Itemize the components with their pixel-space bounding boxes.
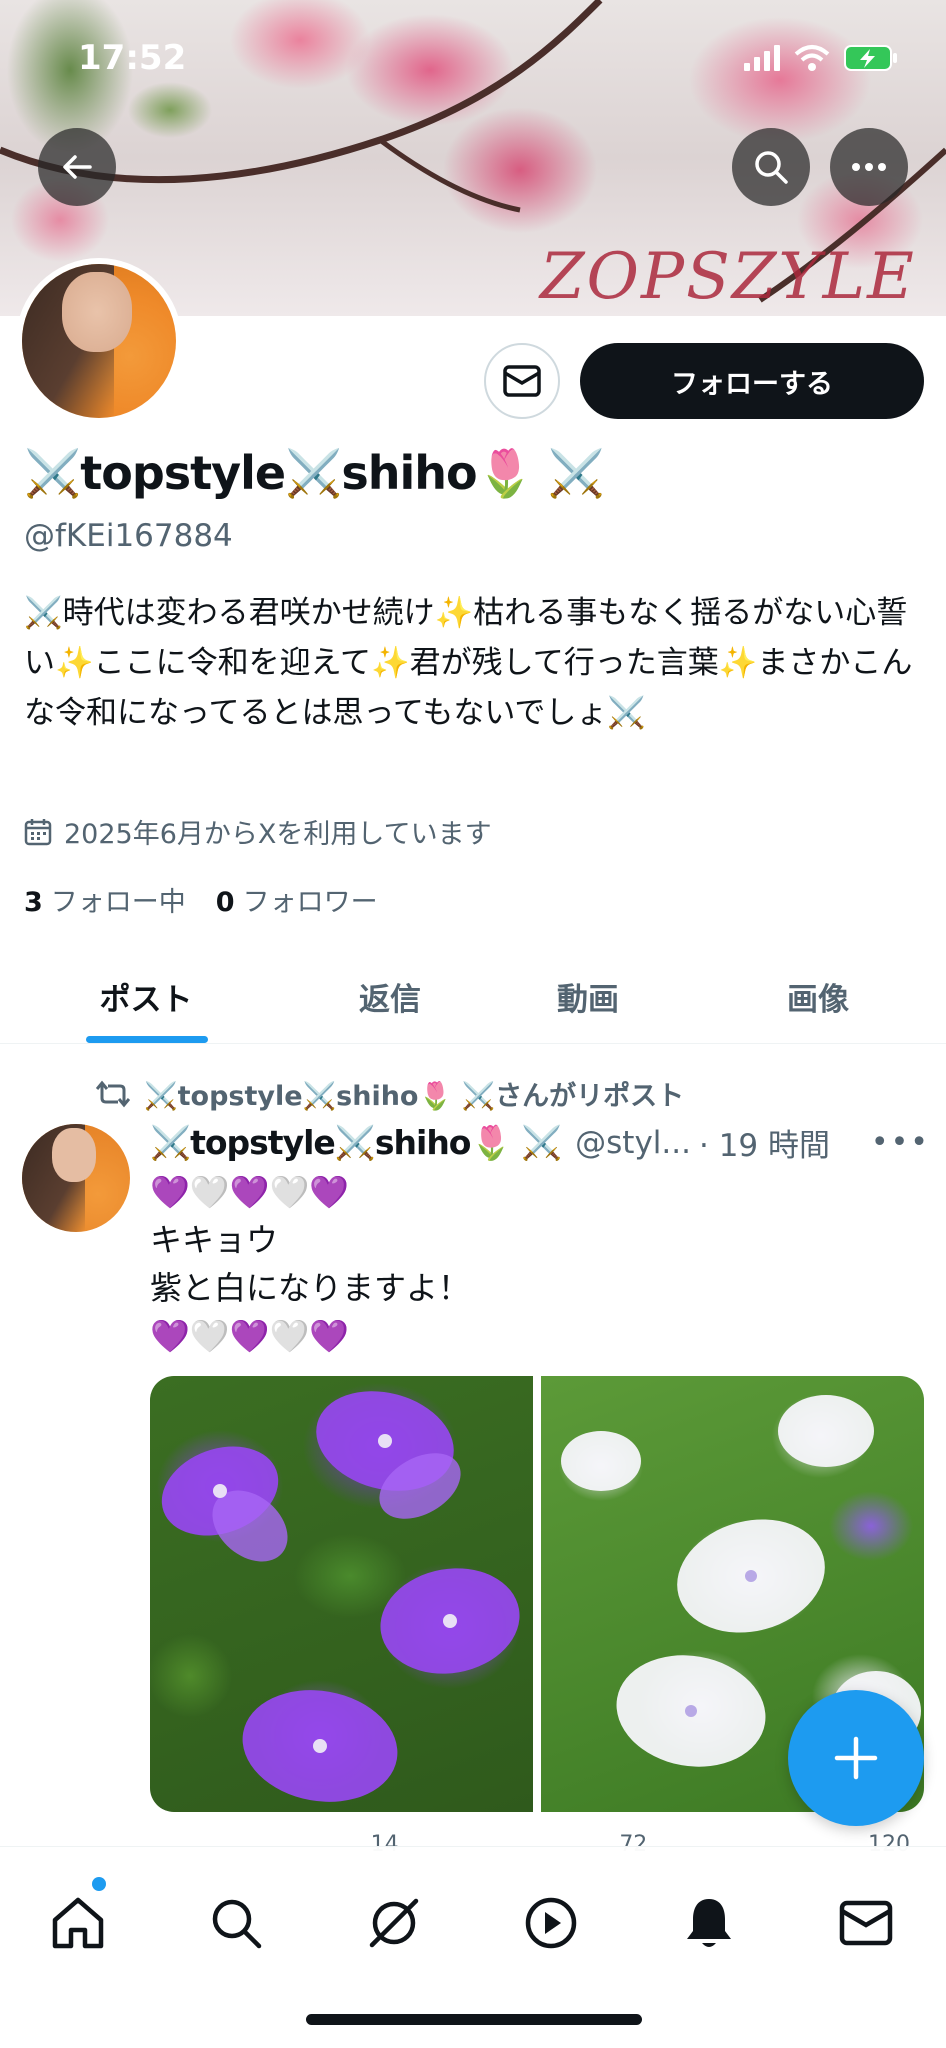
joined-date: 2025年6月からXを利用しています xyxy=(24,812,492,851)
status-time: 17:52 xyxy=(78,38,187,78)
home-icon xyxy=(52,1897,104,1949)
banner-logo-text: ZOPSZYLE xyxy=(540,240,916,314)
tab-posts[interactable]: ポスト xyxy=(46,948,246,1044)
plus-icon xyxy=(834,1736,878,1780)
profile-bio: ⚔️時代は変わる君咲かせ続け✨枯れる事もなく揺るがない心誓い✨ここに令和を迎えて… xyxy=(24,595,913,731)
tab-images[interactable]: 画像 xyxy=(718,948,918,1044)
post-author-name[interactable]: ⚔️topstyle⚔️shiho🌷 ⚔️ xyxy=(150,1123,562,1163)
back-button[interactable] xyxy=(38,128,116,206)
post-more-icon[interactable]: ••• xyxy=(871,1125,930,1160)
notifications-icon xyxy=(687,1899,731,1947)
profile-handle: @fKEi167884 xyxy=(24,518,233,554)
tab-replies[interactable]: 返信 xyxy=(290,948,490,1044)
wifi-icon xyxy=(794,45,830,71)
nav-messages[interactable] xyxy=(826,1883,906,1963)
following-label: フォロー中 xyxy=(50,887,186,918)
media-image-purple-bellflower[interactable] xyxy=(150,1376,533,1812)
followers-link[interactable]: 0 フォロワー xyxy=(216,880,378,919)
video-icon xyxy=(525,1897,577,1949)
message-button[interactable] xyxy=(484,343,560,419)
search-icon xyxy=(212,1899,262,1949)
nav-grok[interactable] xyxy=(354,1883,434,1963)
post-author-handle[interactable]: @styl... xyxy=(575,1125,691,1161)
nav-video[interactable] xyxy=(511,1883,591,1963)
following-count: 3 xyxy=(24,887,43,918)
compose-post-button[interactable] xyxy=(788,1690,924,1826)
joined-text: 2025年6月からXを利用しています xyxy=(64,819,492,850)
grok-icon xyxy=(369,1898,419,1948)
search-button[interactable] xyxy=(732,128,810,206)
more-button[interactable] xyxy=(830,128,908,206)
repost-icon xyxy=(96,1080,130,1107)
avatar-image xyxy=(22,264,176,418)
repost-label: ⚔️topstyle⚔️shiho🌷 ⚔️さんがリポスト xyxy=(144,1081,685,1112)
post-author-avatar[interactable] xyxy=(22,1124,130,1232)
repost-indicator[interactable]: ⚔️topstyle⚔️shiho🌷 ⚔️さんがリポスト xyxy=(96,1074,684,1113)
calendar-icon xyxy=(24,818,52,845)
followers-count: 0 xyxy=(215,887,235,918)
profile-display-name: ⚔️topstyle⚔️shiho🌷 ⚔️ xyxy=(24,446,605,500)
profile-tabs: ポスト 返信 動画 画像 xyxy=(0,948,946,1044)
follow-button[interactable]: フォローする xyxy=(580,343,924,419)
messages-icon xyxy=(839,1900,893,1946)
follow-stats: 3 フォロー中 0 フォロワー xyxy=(24,880,378,919)
status-icons xyxy=(744,44,898,72)
tab-videos[interactable]: 動画 xyxy=(488,948,688,1044)
following-link[interactable]: 3 フォロー中 xyxy=(24,880,186,919)
post-header: ⚔️topstyle⚔️shiho🌷 ⚔️ @styl... · 19 時間 •… xyxy=(150,1120,930,1165)
post-time[interactable]: · 19 時間 xyxy=(699,1120,830,1165)
more-horizontal-icon xyxy=(852,163,886,171)
arrow-left-icon xyxy=(63,155,92,179)
signal-icon xyxy=(744,45,780,71)
home-indicator xyxy=(306,2014,642,2025)
search-icon xyxy=(755,151,788,184)
active-tab-indicator xyxy=(86,1036,208,1043)
nav-notifications[interactable] xyxy=(669,1883,749,1963)
post-text: 💜🤍💜🤍💜 キキョウ 紫と白になりますよ！ 💜🤍💜🤍💜 xyxy=(150,1173,471,1355)
mail-icon xyxy=(503,365,541,397)
home-notification-dot xyxy=(92,1877,106,1891)
followers-label: フォロワー xyxy=(242,887,378,918)
profile-banner[interactable]: ZOPSZYLE 17:52 xyxy=(0,0,946,316)
nav-search[interactable] xyxy=(196,1883,276,1963)
battery-charging-icon xyxy=(844,45,897,71)
purple-flowers-illustration xyxy=(161,1391,520,1802)
nav-home[interactable] xyxy=(38,1883,118,1963)
profile-avatar[interactable] xyxy=(16,258,182,424)
